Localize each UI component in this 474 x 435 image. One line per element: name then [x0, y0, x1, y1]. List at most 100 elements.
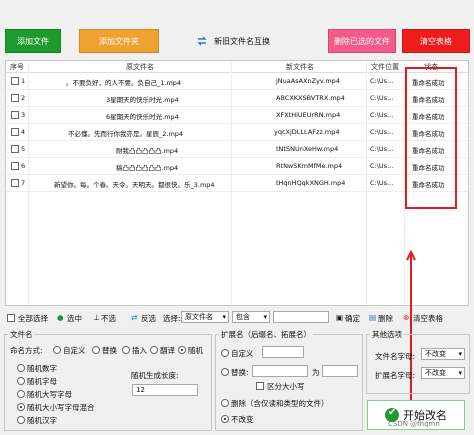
- row-num: 6: [21, 162, 26, 170]
- table-row[interactable]: 6 稿凸凸凸凸凸凸.mp4 RtNwSKmMfMe.mp4 C:\Us... 重…: [6, 158, 468, 175]
- table-header: 序号 原文件名 新文件名 文件位置 状态: [6, 61, 468, 73]
- filter-input[interactable]: [273, 311, 329, 323]
- row-location: C:\Us...: [370, 162, 394, 170]
- invert-icon: ⇄: [131, 313, 138, 322]
- row-num: 3: [21, 111, 26, 119]
- radio-random-mixed[interactable]: [17, 403, 25, 411]
- select-button[interactable]: 选中: [67, 313, 82, 324]
- row-num: 4: [21, 128, 26, 136]
- unselect-icon: ⊥: [93, 313, 100, 322]
- radio-ext-unchanged[interactable]: [221, 415, 229, 423]
- ext-unchanged-label: 不改变: [231, 415, 254, 424]
- row-new-name: jNuaAsAXnZyv.mp4: [276, 77, 340, 85]
- random-chinese-label: 随机汉字: [27, 416, 57, 425]
- ext-custom-label: 自定义: [231, 349, 254, 358]
- row-num: 1: [21, 77, 26, 85]
- table-row[interactable]: 4 不必懂。先而行你我亦是。星辰_2.mp4 yqcXjDLLLAFzz.mp4…: [6, 124, 468, 141]
- row-location: C:\Us...: [370, 111, 394, 119]
- radio-ext-replace[interactable]: [221, 368, 229, 376]
- random-upper-label: 随机大写字母: [27, 390, 72, 399]
- add-folder-button[interactable]: 添加文件夹: [79, 29, 159, 53]
- ext-replace-to-input[interactable]: [322, 365, 358, 377]
- row-checkbox[interactable]: [11, 94, 19, 102]
- row-new-name: ABCXKXSBVTRX.mp4: [276, 94, 345, 102]
- row-original-name: 6星期天的快乐时光.mp4: [106, 113, 179, 121]
- radio-replace[interactable]: [92, 346, 100, 354]
- select-all-label: 全部选择: [18, 314, 48, 323]
- select-icon: ●: [57, 313, 64, 322]
- radio-random[interactable]: [178, 346, 186, 354]
- delete-icon: ▤: [369, 313, 377, 322]
- header-new-name: 新文件名: [286, 63, 314, 71]
- clear-list-button[interactable]: 清空表格: [402, 29, 470, 53]
- invert-button[interactable]: 反选: [141, 313, 156, 324]
- radio-ext-delete[interactable]: [221, 399, 229, 407]
- choose-label: 选择:: [163, 314, 181, 323]
- row-checkbox[interactable]: [11, 179, 19, 187]
- add-file-button[interactable]: 添加文件: [5, 29, 61, 53]
- filename-case-label: 文件名字母:: [375, 352, 416, 361]
- clear-icon: ⊗: [403, 313, 410, 322]
- toolbar: 添加文件 添加文件夹 新旧文件名互换 删除已选的文件 清空表格: [0, 0, 474, 60]
- filename-group-title: 文件名: [8, 329, 35, 340]
- ext-case-select[interactable]: 不改变: [421, 367, 465, 379]
- ext-replace-from-input[interactable]: [252, 365, 308, 377]
- random-digits-label: 随机数字: [27, 364, 57, 373]
- table-row[interactable]: 3 6星期天的快乐时光.mp4 XFXtHiUEUrRN.mp4 C:\Us..…: [6, 107, 468, 124]
- other-options-group: [366, 334, 470, 394]
- row-new-name: RtNwSKmMfMe.mp4: [276, 162, 343, 170]
- radio-custom[interactable]: [53, 346, 61, 354]
- row-location: C:\Us...: [370, 94, 394, 102]
- naming-mode-label: 命名方式:: [10, 346, 43, 355]
- row-original-name: 稿凸凸凸凸凸凸.mp4: [116, 164, 179, 172]
- table-row[interactable]: 5 耐我凸凸凸凸凸.mp4 tNtSNUnXeHw.mp4 C:\Us... 重…: [6, 141, 468, 158]
- table-row[interactable]: 1 。不要负好，的人不要。负自己_1.mp4 jNuaAsAXnZyv.mp4 …: [6, 73, 468, 90]
- ext-custom-input[interactable]: [262, 346, 304, 358]
- case-sensitive-checkbox[interactable]: [256, 382, 264, 390]
- file-table: 序号 原文件名 新文件名 文件位置 状态 1 。不要负好，的人不要。负自己_1.…: [5, 60, 469, 306]
- row-new-name: XFXtHiUEUrRN.mp4: [276, 111, 341, 119]
- row-original-name: 不必懂。先而行你我亦是。星辰_2.mp4: [68, 130, 184, 138]
- radio-insert[interactable]: [122, 346, 130, 354]
- remove-selected-button[interactable]: 删除已选的文件: [328, 29, 396, 53]
- row-checkbox[interactable]: [11, 145, 19, 153]
- row-checkbox[interactable]: [11, 128, 19, 136]
- mode-select[interactable]: 包含: [232, 311, 270, 323]
- row-location: C:\Us...: [370, 77, 394, 85]
- ext-case-label: 扩展名字母:: [375, 371, 416, 380]
- radio-ext-custom[interactable]: [221, 349, 229, 357]
- row-original-name: 3星期天的快乐时光.mp4: [106, 96, 179, 104]
- confirm-button[interactable]: 确定: [345, 313, 360, 324]
- random-length-input[interactable]: 12: [132, 384, 198, 396]
- status-highlight-box: [405, 67, 457, 209]
- row-checkbox[interactable]: [11, 111, 19, 119]
- select-all-checkbox[interactable]: [7, 314, 15, 322]
- radio-random-chinese[interactable]: [17, 416, 25, 424]
- clear-table-button[interactable]: 清空表格: [413, 313, 443, 324]
- delete-button[interactable]: 删除: [378, 313, 393, 324]
- row-checkbox[interactable]: [11, 162, 19, 170]
- row-location: C:\Us...: [370, 145, 394, 153]
- random-letters-label: 随机字母: [27, 377, 57, 386]
- header-num: 序号: [10, 63, 24, 71]
- row-location: C:\Us...: [370, 179, 394, 187]
- radio-random-digits[interactable]: [17, 364, 25, 372]
- random-mixed-label: 随机大小写字母混合: [27, 403, 95, 412]
- swap-names-button[interactable]: 新旧文件名互换: [196, 29, 292, 53]
- table-row[interactable]: 2 3星期天的快乐时光.mp4 ABCXKXSBVTRX.mp4 C:\Us..…: [6, 90, 468, 107]
- table-row[interactable]: 7 新望你。每。个春。天令。天明天。都很快。乐_3.mp4 tHqnHQqkXN…: [6, 175, 468, 192]
- radio-random-label: 随机: [188, 346, 203, 355]
- radio-insert-label: 插入: [132, 346, 147, 355]
- row-new-name: tNtSNUnXeHw.mp4: [276, 145, 339, 153]
- radio-random-upper[interactable]: [17, 390, 25, 398]
- radio-custom-label: 自定义: [63, 346, 86, 355]
- radio-translate[interactable]: [150, 346, 158, 354]
- unselect-button[interactable]: 不选: [101, 313, 116, 324]
- swap-names-label: 新旧文件名互换: [214, 36, 270, 46]
- watermark: CSDN @fhqmn: [388, 420, 440, 428]
- case-sensitive-label: 区分大小写: [267, 382, 305, 391]
- field-select[interactable]: 原文件名: [181, 311, 229, 323]
- filename-case-select[interactable]: 不改变: [421, 348, 465, 360]
- row-checkbox[interactable]: [11, 77, 19, 85]
- radio-random-letters[interactable]: [17, 377, 25, 385]
